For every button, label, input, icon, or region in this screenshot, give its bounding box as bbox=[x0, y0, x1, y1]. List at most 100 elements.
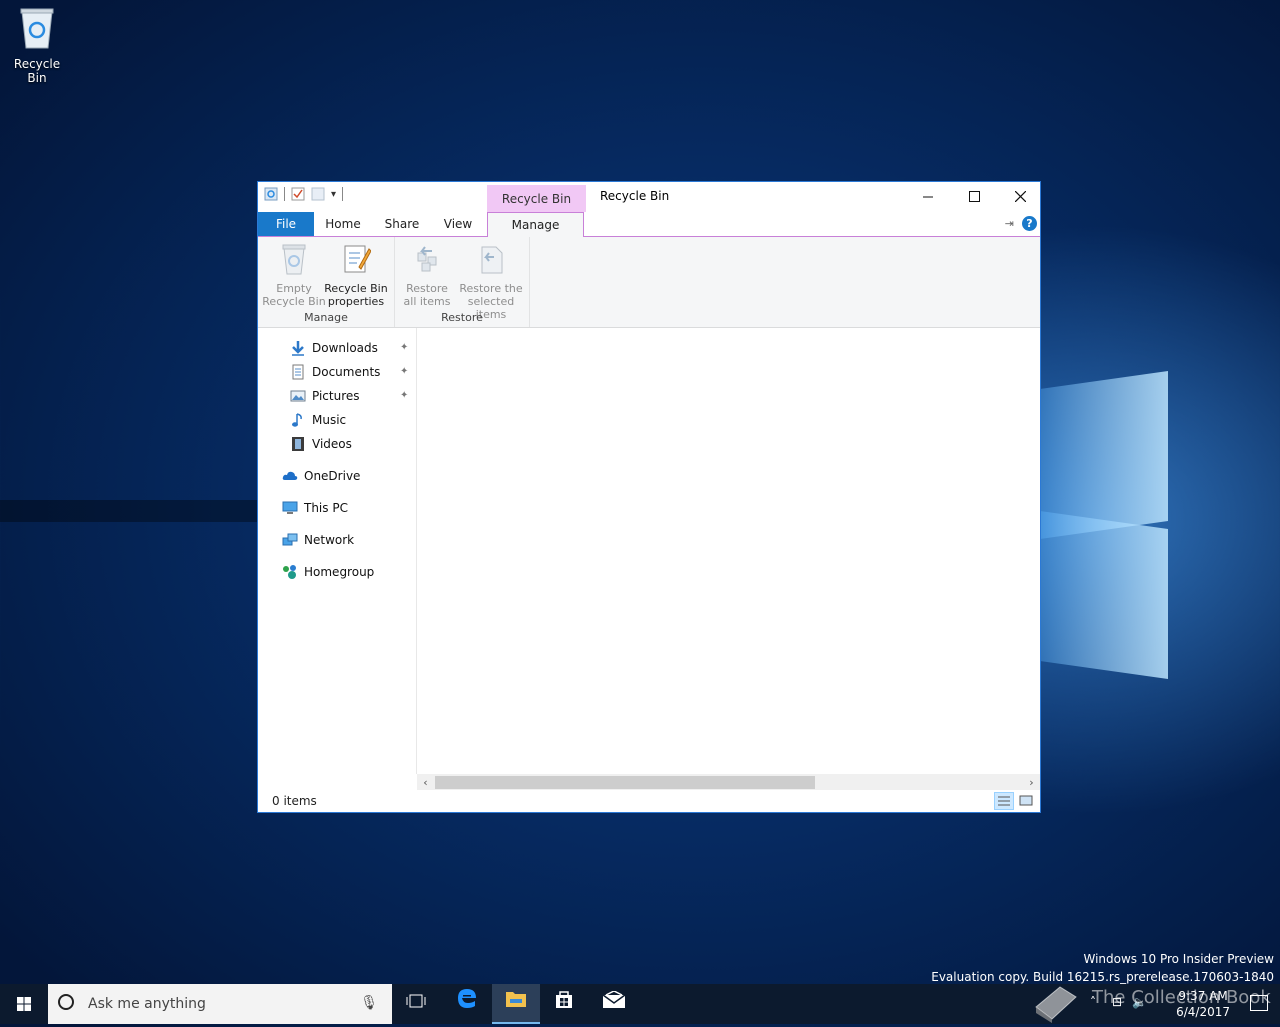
file-list-area[interactable] bbox=[417, 328, 1040, 774]
edge-icon bbox=[458, 989, 476, 1008]
taskbar-store[interactable] bbox=[540, 984, 588, 1024]
videos-icon bbox=[292, 437, 304, 451]
restore-all-icon bbox=[417, 246, 437, 272]
restore-selected-button[interactable]: Restore the selected items bbox=[453, 243, 529, 321]
documents-icon bbox=[292, 364, 304, 380]
nav-item-onedrive[interactable]: OneDrive bbox=[282, 465, 360, 487]
onedrive-cloud-icon bbox=[282, 471, 298, 480]
recycle-bin-properties-button[interactable]: Recycle Bin properties bbox=[324, 243, 388, 308]
pin-icon[interactable]: ✦ bbox=[400, 337, 408, 359]
tab-home[interactable]: Home bbox=[320, 212, 366, 236]
minimize-button[interactable] bbox=[905, 182, 951, 212]
close-icon bbox=[1014, 190, 1026, 203]
explorer-window: ▾ Recycle Bin Tools Recycle Bin File Hom… bbox=[257, 181, 1041, 813]
computer-icon bbox=[282, 501, 298, 514]
restore-selected-icon bbox=[481, 246, 503, 274]
quick-access-toolbar: ▾ bbox=[264, 187, 344, 201]
desktop-icon-label: Recycle Bin bbox=[13, 57, 61, 85]
status-bar: 0 items bbox=[258, 790, 1040, 812]
new-folder-icon[interactable] bbox=[311, 187, 325, 201]
taskbar-file-explorer[interactable] bbox=[492, 984, 540, 1024]
close-button[interactable] bbox=[997, 182, 1043, 212]
window-title: Recycle Bin bbox=[600, 189, 670, 203]
group-label-restore: Restore bbox=[441, 311, 483, 324]
windows-logo-wallpaper bbox=[1040, 355, 1175, 679]
start-button[interactable] bbox=[0, 984, 48, 1024]
pin-ribbon-icon[interactable]: ⇥ bbox=[1005, 217, 1014, 230]
cortana-search-box[interactable]: Ask me anything 🎙 bbox=[48, 984, 392, 1024]
props-line2: properties bbox=[327, 295, 385, 308]
pin-icon[interactable]: ✦ bbox=[400, 385, 408, 407]
horizontal-scrollbar[interactable]: ‹ › bbox=[417, 774, 1040, 791]
nav-item-network[interactable]: Network bbox=[282, 529, 354, 551]
tab-share[interactable]: Share bbox=[380, 212, 424, 236]
ribbon-group-restore: Restore all items Restore the selected i… bbox=[395, 237, 530, 327]
recycle-bin-tools-context-tab: Recycle Bin Tools bbox=[487, 185, 586, 234]
nav-label-documents: Documents bbox=[312, 365, 381, 379]
nav-item-pictures[interactable]: Pictures ✦ bbox=[290, 385, 408, 407]
downloads-icon bbox=[292, 341, 304, 356]
ribbon-tabs: File Home Share View Manage ⇥ ? bbox=[258, 212, 1040, 237]
nav-label-thispc: This PC bbox=[304, 501, 348, 515]
mail-icon bbox=[602, 990, 626, 1008]
scroll-left-icon[interactable]: ‹ bbox=[417, 774, 434, 791]
details-view-button[interactable] bbox=[994, 792, 1014, 810]
large-icons-view-button[interactable] bbox=[1016, 792, 1036, 810]
cortana-icon bbox=[58, 994, 74, 1010]
recycle-bin-small-icon[interactable] bbox=[264, 187, 278, 201]
scroll-thumb[interactable] bbox=[435, 776, 815, 789]
minimize-icon bbox=[923, 196, 933, 198]
tab-file[interactable]: File bbox=[258, 212, 314, 236]
tab-manage[interactable]: Manage bbox=[487, 212, 584, 237]
empty-line2: Recycle Bin bbox=[262, 295, 326, 308]
scroll-right-icon[interactable]: › bbox=[1023, 774, 1040, 791]
watermark-edition: Windows 10 Pro Insider Preview bbox=[1083, 952, 1274, 966]
nav-label-videos: Videos bbox=[312, 437, 352, 451]
book-logo-icon bbox=[1035, 986, 1077, 1023]
task-view-button[interactable] bbox=[392, 984, 440, 1024]
collection-book-logo: The Collection Book bbox=[1030, 975, 1280, 1024]
collection-book-text: The Collection Book bbox=[1092, 987, 1271, 1008]
help-icon[interactable]: ? bbox=[1022, 216, 1037, 231]
nav-label-music: Music bbox=[312, 413, 347, 427]
nav-item-homegroup[interactable]: Homegroup bbox=[282, 561, 374, 583]
restore-all-line2: all items bbox=[403, 295, 451, 308]
maximize-button[interactable] bbox=[951, 182, 997, 212]
details-view-icon bbox=[998, 796, 1010, 806]
restore-all-button[interactable]: Restore all items bbox=[395, 243, 459, 308]
nav-label-onedrive: OneDrive bbox=[304, 469, 361, 483]
customize-qat-chevron-icon[interactable]: ▾ bbox=[331, 189, 336, 200]
recycle-bin-icon bbox=[20, 8, 54, 49]
nav-label-downloads: Downloads bbox=[312, 341, 378, 355]
nav-label-pictures: Pictures bbox=[312, 389, 360, 403]
nav-item-thispc[interactable]: This PC bbox=[282, 497, 348, 519]
maximize-icon bbox=[968, 191, 980, 202]
pin-icon[interactable]: ✦ bbox=[400, 361, 408, 383]
ribbon-group-manage: Empty Recycle Bin Recycle Bin properties… bbox=[258, 237, 395, 327]
properties-icon bbox=[344, 245, 372, 273]
homegroup-icon bbox=[283, 565, 296, 579]
microphone-icon[interactable]: 🎙 bbox=[360, 995, 378, 1011]
taskbar-mail[interactable] bbox=[590, 984, 638, 1024]
nav-item-documents[interactable]: Documents ✦ bbox=[290, 361, 408, 383]
tab-view[interactable]: View bbox=[436, 212, 480, 236]
nav-item-videos[interactable]: Videos bbox=[290, 433, 352, 455]
file-explorer-icon bbox=[506, 992, 526, 1007]
desktop-light-beam bbox=[0, 500, 260, 522]
nav-item-music[interactable]: Music bbox=[290, 409, 346, 431]
pictures-icon bbox=[290, 390, 306, 402]
search-placeholder: Ask me anything bbox=[88, 996, 206, 1012]
desktop-recycle-bin[interactable]: Recycle Bin bbox=[5, 6, 69, 85]
nav-item-downloads[interactable]: Downloads ✦ bbox=[290, 337, 408, 359]
props-line1: Recycle Bin bbox=[324, 282, 388, 295]
ribbon: Empty Recycle Bin Recycle Bin properties… bbox=[258, 237, 1040, 328]
qat-separator-2 bbox=[342, 187, 344, 201]
item-count: 0 items bbox=[272, 794, 317, 808]
taskbar-edge[interactable] bbox=[443, 984, 491, 1024]
empty-recycle-bin-button[interactable]: Empty Recycle Bin bbox=[262, 243, 326, 308]
properties-check-icon[interactable] bbox=[291, 187, 305, 201]
restore-sel-line1: Restore the bbox=[459, 282, 523, 295]
navigation-pane: Downloads ✦ Documents ✦ Pictures ✦ Music… bbox=[258, 328, 417, 774]
restore-all-line1: Restore bbox=[406, 282, 448, 295]
nav-label-homegroup: Homegroup bbox=[304, 565, 375, 579]
